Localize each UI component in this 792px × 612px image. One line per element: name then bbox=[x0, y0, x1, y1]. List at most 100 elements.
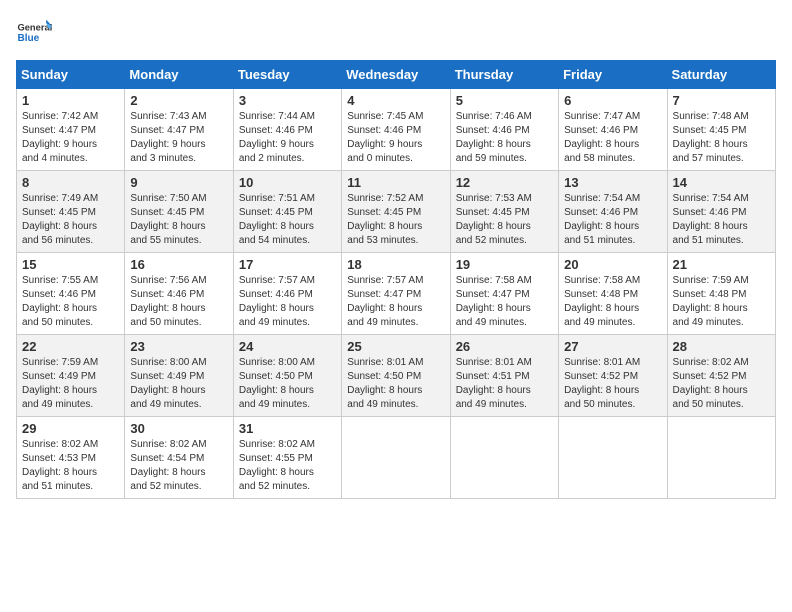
empty-cell bbox=[342, 417, 450, 499]
day-cell-9: 9 Sunrise: 7:50 AMSunset: 4:45 PMDaylight… bbox=[125, 171, 233, 253]
weekday-header-sunday: Sunday bbox=[17, 61, 125, 89]
day-number: 26 bbox=[456, 339, 553, 354]
day-cell-26: 26 Sunrise: 8:01 AMSunset: 4:51 PMDayligh… bbox=[450, 335, 558, 417]
day-number: 16 bbox=[130, 257, 227, 272]
day-number: 20 bbox=[564, 257, 661, 272]
day-cell-18: 18Sunrise: 7:57 AMSunset: 4:47 PMDayligh… bbox=[342, 253, 450, 335]
day-number: 28 bbox=[673, 339, 770, 354]
day-number: 6 bbox=[564, 93, 661, 108]
day-info: Sunrise: 7:43 AMSunset: 4:47 PMDaylight:… bbox=[130, 110, 227, 166]
day-number: 1 bbox=[22, 93, 119, 108]
day-number: 5 bbox=[456, 93, 553, 108]
day-info: Sunrise: 7:53 AMSunset: 4:45 PMDaylight:… bbox=[456, 192, 553, 248]
day-cell-14: 14 Sunrise: 7:54 AMSunset: 4:46 PMDayligh… bbox=[667, 171, 775, 253]
day-cell-27: 27 Sunrise: 8:01 AMSunset: 4:52 PMDayligh… bbox=[559, 335, 667, 417]
week-row-3: 15 Sunrise: 7:55 AMSunset: 4:46 PMDayligh… bbox=[17, 253, 776, 335]
day-info: Sunrise: 7:54 AMSunset: 4:46 PMDaylight:… bbox=[673, 192, 770, 248]
week-row-4: 22 Sunrise: 7:59 AMSunset: 4:49 PMDayligh… bbox=[17, 335, 776, 417]
day-info: Sunrise: 8:02 AMSunset: 4:54 PMDaylight:… bbox=[130, 438, 227, 494]
weekday-header-monday: Monday bbox=[125, 61, 233, 89]
weekday-header-saturday: Saturday bbox=[667, 61, 775, 89]
calendar-body: 1 Sunrise: 7:42 AMSunset: 4:47 PMDaylight… bbox=[17, 89, 776, 499]
day-number: 31 bbox=[239, 421, 336, 436]
day-info: Sunrise: 7:48 AMSunset: 4:45 PMDaylight:… bbox=[673, 110, 770, 166]
day-cell-4: 4 Sunrise: 7:45 AMSunset: 4:46 PMDaylight… bbox=[342, 89, 450, 171]
day-cell-11: 11 Sunrise: 7:52 AMSunset: 4:45 PMDayligh… bbox=[342, 171, 450, 253]
day-cell-5: 5 Sunrise: 7:46 AMSunset: 4:46 PMDaylight… bbox=[450, 89, 558, 171]
day-number: 18 bbox=[347, 257, 444, 272]
day-number: 14 bbox=[673, 175, 770, 190]
day-cell-8: 8 Sunrise: 7:49 AMSunset: 4:45 PMDaylight… bbox=[17, 171, 125, 253]
day-info: Sunrise: 7:59 AMSunset: 4:49 PMDaylight:… bbox=[22, 356, 119, 412]
day-number: 27 bbox=[564, 339, 661, 354]
svg-text:Blue: Blue bbox=[17, 33, 39, 44]
calendar-table: SundayMondayTuesdayWednesdayThursdayFrid… bbox=[16, 60, 776, 499]
day-cell-21: 21 Sunrise: 7:59 AMSunset: 4:48 PMDayligh… bbox=[667, 253, 775, 335]
day-number: 29 bbox=[22, 421, 119, 436]
day-cell-25: 25Sunrise: 8:01 AMSunset: 4:50 PMDayligh… bbox=[342, 335, 450, 417]
weekday-header-tuesday: Tuesday bbox=[233, 61, 341, 89]
day-cell-30: 30 Sunrise: 8:02 AMSunset: 4:54 PMDayligh… bbox=[125, 417, 233, 499]
day-number: 23 bbox=[130, 339, 227, 354]
day-number: 30 bbox=[130, 421, 227, 436]
day-number: 7 bbox=[673, 93, 770, 108]
weekday-header-friday: Friday bbox=[559, 61, 667, 89]
day-info: Sunrise: 7:45 AMSunset: 4:46 PMDaylight:… bbox=[347, 110, 444, 166]
day-info: Sunrise: 7:44 AMSunset: 4:46 PMDaylight:… bbox=[239, 110, 336, 166]
day-number: 21 bbox=[673, 257, 770, 272]
day-cell-22: 22 Sunrise: 7:59 AMSunset: 4:49 PMDayligh… bbox=[17, 335, 125, 417]
day-number: 8 bbox=[22, 175, 119, 190]
day-number: 17 bbox=[239, 257, 336, 272]
day-info: Sunrise: 8:01 AMSunset: 4:50 PMDaylight:… bbox=[347, 356, 444, 412]
week-row-5: 29Sunrise: 8:02 AMSunset: 4:53 PMDayligh… bbox=[17, 417, 776, 499]
day-cell-1: 1 Sunrise: 7:42 AMSunset: 4:47 PMDaylight… bbox=[17, 89, 125, 171]
day-info: Sunrise: 8:02 AMSunset: 4:55 PMDaylight:… bbox=[239, 438, 336, 494]
day-info: Sunrise: 7:50 AMSunset: 4:45 PMDaylight:… bbox=[130, 192, 227, 248]
day-cell-20: 20 Sunrise: 7:58 AMSunset: 4:48 PMDayligh… bbox=[559, 253, 667, 335]
day-number: 13 bbox=[564, 175, 661, 190]
logo-svg: General Blue bbox=[16, 16, 52, 52]
day-number: 15 bbox=[22, 257, 119, 272]
day-info: Sunrise: 7:57 AMSunset: 4:46 PMDaylight:… bbox=[239, 274, 336, 330]
day-info: Sunrise: 7:52 AMSunset: 4:45 PMDaylight:… bbox=[347, 192, 444, 248]
day-number: 24 bbox=[239, 339, 336, 354]
day-cell-19: 19 Sunrise: 7:58 AMSunset: 4:47 PMDayligh… bbox=[450, 253, 558, 335]
week-row-2: 8 Sunrise: 7:49 AMSunset: 4:45 PMDaylight… bbox=[17, 171, 776, 253]
day-info: Sunrise: 7:46 AMSunset: 4:46 PMDaylight:… bbox=[456, 110, 553, 166]
day-cell-6: 6Sunrise: 7:47 AMSunset: 4:46 PMDaylight… bbox=[559, 89, 667, 171]
day-number: 4 bbox=[347, 93, 444, 108]
day-info: Sunrise: 8:01 AMSunset: 4:51 PMDaylight:… bbox=[456, 356, 553, 412]
day-info: Sunrise: 8:00 AMSunset: 4:49 PMDaylight:… bbox=[130, 356, 227, 412]
day-info: Sunrise: 8:01 AMSunset: 4:52 PMDaylight:… bbox=[564, 356, 661, 412]
day-info: Sunrise: 7:49 AMSunset: 4:45 PMDaylight:… bbox=[22, 192, 119, 248]
day-info: Sunrise: 7:51 AMSunset: 4:45 PMDaylight:… bbox=[239, 192, 336, 248]
day-cell-23: 23 Sunrise: 8:00 AMSunset: 4:49 PMDayligh… bbox=[125, 335, 233, 417]
week-row-1: 1 Sunrise: 7:42 AMSunset: 4:47 PMDaylight… bbox=[17, 89, 776, 171]
day-cell-16: 16 Sunrise: 7:56 AMSunset: 4:46 PMDayligh… bbox=[125, 253, 233, 335]
day-info: Sunrise: 7:59 AMSunset: 4:48 PMDaylight:… bbox=[673, 274, 770, 330]
day-cell-13: 13Sunrise: 7:54 AMSunset: 4:46 PMDayligh… bbox=[559, 171, 667, 253]
day-cell-2: 2Sunrise: 7:43 AMSunset: 4:47 PMDaylight… bbox=[125, 89, 233, 171]
day-info: Sunrise: 7:56 AMSunset: 4:46 PMDaylight:… bbox=[130, 274, 227, 330]
day-number: 3 bbox=[239, 93, 336, 108]
day-cell-7: 7 Sunrise: 7:48 AMSunset: 4:45 PMDaylight… bbox=[667, 89, 775, 171]
weekday-header-wednesday: Wednesday bbox=[342, 61, 450, 89]
weekday-header-thursday: Thursday bbox=[450, 61, 558, 89]
weekday-row: SundayMondayTuesdayWednesdayThursdayFrid… bbox=[17, 61, 776, 89]
logo: General Blue bbox=[16, 16, 52, 52]
empty-cell bbox=[559, 417, 667, 499]
page-header: General Blue bbox=[16, 16, 776, 52]
day-number: 19 bbox=[456, 257, 553, 272]
calendar-header: SundayMondayTuesdayWednesdayThursdayFrid… bbox=[17, 61, 776, 89]
day-cell-17: 17 Sunrise: 7:57 AMSunset: 4:46 PMDayligh… bbox=[233, 253, 341, 335]
day-number: 11 bbox=[347, 175, 444, 190]
day-cell-29: 29Sunrise: 8:02 AMSunset: 4:53 PMDayligh… bbox=[17, 417, 125, 499]
day-info: Sunrise: 7:42 AMSunset: 4:47 PMDaylight:… bbox=[22, 110, 119, 166]
day-info: Sunrise: 7:58 AMSunset: 4:48 PMDaylight:… bbox=[564, 274, 661, 330]
day-number: 9 bbox=[130, 175, 227, 190]
day-cell-15: 15 Sunrise: 7:55 AMSunset: 4:46 PMDayligh… bbox=[17, 253, 125, 335]
day-info: Sunrise: 7:58 AMSunset: 4:47 PMDaylight:… bbox=[456, 274, 553, 330]
day-cell-3: 3 Sunrise: 7:44 AMSunset: 4:46 PMDaylight… bbox=[233, 89, 341, 171]
day-number: 22 bbox=[22, 339, 119, 354]
day-info: Sunrise: 7:55 AMSunset: 4:46 PMDaylight:… bbox=[22, 274, 119, 330]
